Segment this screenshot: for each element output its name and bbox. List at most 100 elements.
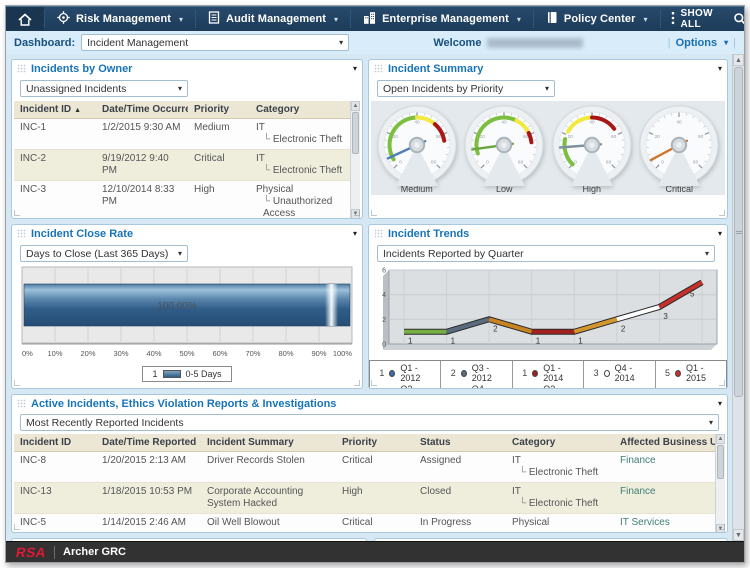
home-button[interactable] xyxy=(6,7,44,31)
svg-text:80: 80 xyxy=(606,159,612,165)
svg-text:1: 1 xyxy=(451,337,456,346)
column-header[interactable]: Priority xyxy=(188,101,250,119)
column-header[interactable]: Incident ID xyxy=(14,434,96,452)
svg-text:40: 40 xyxy=(677,119,683,125)
legend-dot xyxy=(389,370,395,377)
page-scrollbar[interactable]: ▲ ▼ xyxy=(732,54,744,541)
resize-handle[interactable] xyxy=(719,210,725,216)
column-header[interactable]: Category xyxy=(506,434,614,452)
column-header[interactable]: Affected Business Unit xyxy=(614,434,715,452)
show-all-button[interactable]: SHOW ALL xyxy=(661,7,723,31)
resize-handle[interactable] xyxy=(14,380,20,386)
nav-enterprise-management[interactable]: Enterprise Management▾ xyxy=(351,7,533,31)
dashboard-bar: Dashboard: Incident Management ▾ Welcome… xyxy=(6,31,744,54)
svg-text:1: 1 xyxy=(578,337,583,346)
legend-swatch xyxy=(163,370,181,378)
table-row[interactable]: INC-51/14/2015 2:46 AMOil Well BlowoutCr… xyxy=(14,514,715,533)
incident-summary-filter[interactable]: Open Incidents by Priority▾ xyxy=(377,80,555,97)
filter-value: Days to Close (Last 365 Days) xyxy=(26,248,168,260)
target-icon xyxy=(57,11,70,27)
column-header[interactable]: Priority xyxy=(336,434,414,452)
chevron-down-icon: ▾ xyxy=(724,38,728,47)
collapse-icon[interactable]: ▾ xyxy=(353,230,357,238)
scroll-thumb[interactable] xyxy=(734,67,743,397)
column-header[interactable]: Category xyxy=(250,101,350,119)
resize-handle[interactable] xyxy=(371,210,377,216)
nav-audit-management[interactable]: Audit Management▾ xyxy=(196,7,350,31)
collapse-icon[interactable]: ▾ xyxy=(353,65,357,73)
drag-handle-icon[interactable] xyxy=(17,225,26,243)
incidents-by-owner-filter[interactable]: Unassigned Incidents▾ xyxy=(20,80,188,97)
table-row[interactable]: INC-131/18/2015 10:53 PMCorporate Accoun… xyxy=(14,483,715,514)
panel-investigations-by-owner: Investigations by Owner ▾ xyxy=(11,538,367,541)
nav-risk-management[interactable]: Risk Management▾ xyxy=(45,7,195,31)
drag-handle-icon[interactable] xyxy=(17,60,26,78)
options-menu[interactable]: | Options ▾ | xyxy=(668,37,736,49)
column-header[interactable]: Date/Time Reported▼ xyxy=(96,434,201,452)
divider: | xyxy=(733,37,736,49)
panel-active-incidents: Active Incidents, Ethics Violation Repor… xyxy=(11,394,728,533)
svg-text:80: 80 xyxy=(693,159,699,165)
column-header[interactable]: Date/Time Occurred xyxy=(96,101,188,119)
svg-text:20: 20 xyxy=(567,134,573,140)
product-name: Archer GRC xyxy=(63,546,126,558)
search-icon[interactable] xyxy=(723,7,745,31)
panel-incident-trends: Incident Trends ▾ Incidents Reported by … xyxy=(368,224,728,389)
resize-handle[interactable] xyxy=(14,210,20,216)
column-header[interactable]: Incident Summary xyxy=(201,434,336,452)
gauge-medium: 020406080Medium xyxy=(374,104,460,194)
svg-text:2: 2 xyxy=(382,317,386,324)
resize-handle[interactable] xyxy=(371,380,377,386)
chevron-down-icon: ▾ xyxy=(179,15,183,24)
legend-entry: 1Q1 - 2012 xyxy=(378,363,432,383)
column-header[interactable]: Status xyxy=(414,434,506,452)
trends-filter[interactable]: Incidents Reported by Quarter▾ xyxy=(377,245,715,262)
scroll-thumb[interactable] xyxy=(717,445,724,479)
show-all-icon xyxy=(671,11,675,28)
resize-handle[interactable] xyxy=(354,380,360,386)
resize-handle[interactable] xyxy=(719,524,725,530)
scroll-thumb[interactable] xyxy=(352,112,359,154)
column-header[interactable]: Incident ID▲ xyxy=(14,101,96,119)
resize-handle[interactable] xyxy=(719,380,725,386)
collapse-icon[interactable]: ▾ xyxy=(718,230,722,238)
resize-handle[interactable] xyxy=(14,524,20,530)
dashboard-select[interactable]: Incident Management ▾ xyxy=(81,34,349,51)
table-row[interactable]: INC-29/19/2012 9:40 PMCriticalIT└ Electr… xyxy=(14,150,350,181)
svg-text:6: 6 xyxy=(382,268,386,275)
table-scrollbar[interactable]: ▲▼ xyxy=(350,101,360,219)
drag-handle-icon[interactable] xyxy=(380,539,389,541)
dashboard-canvas: Incidents by Owner ▾ Unassigned Incident… xyxy=(6,54,744,541)
table-row[interactable]: INC-81/20/2015 2:13 AMDriver Records Sto… xyxy=(14,452,715,483)
panel-title: Incident Trends xyxy=(388,228,469,240)
svg-text:2: 2 xyxy=(621,324,626,333)
gauge-critical: 020406080Critical xyxy=(636,104,722,194)
close-rate-filter[interactable]: Days to Close (Last 365 Days)▾ xyxy=(20,245,188,262)
scroll-down-icon[interactable]: ▼ xyxy=(733,529,744,541)
svg-text:0: 0 xyxy=(661,159,664,165)
legend-entry: 1Q1 - 2014 xyxy=(521,363,575,383)
active-incidents-filter[interactable]: Most Recently Reported Incidents▾ xyxy=(20,414,719,431)
drag-handle-icon[interactable] xyxy=(17,395,26,413)
dashboard-label: Dashboard: xyxy=(14,37,75,49)
options-label: Options xyxy=(676,37,718,49)
table-scrollbar[interactable]: ▲▼ xyxy=(715,434,725,533)
data-table: Incident ID▲Date/Time OccurredPriorityCa… xyxy=(14,101,350,219)
nav-policy-center[interactable]: Policy Center▾ xyxy=(534,7,660,31)
collapse-icon[interactable]: ▾ xyxy=(718,400,722,408)
resize-handle[interactable] xyxy=(354,210,360,216)
nav-right: ▾ Susan▾ ? xyxy=(723,7,745,31)
drag-handle-icon[interactable] xyxy=(374,225,383,243)
svg-text:60%: 60% xyxy=(212,349,227,358)
svg-text:3: 3 xyxy=(663,312,668,321)
drag-handle-icon[interactable] xyxy=(17,539,26,541)
svg-text:5: 5 xyxy=(690,289,695,298)
drag-handle-icon[interactable] xyxy=(374,60,383,78)
scroll-up-icon[interactable]: ▲ xyxy=(733,54,744,66)
scroll-up-icon[interactable]: ▲ xyxy=(351,101,360,111)
collapse-icon[interactable]: ▾ xyxy=(718,65,722,73)
table-row[interactable]: INC-312/10/2014 8:33 PMHighPhysical└ Una… xyxy=(14,181,350,220)
dashboard-select-value: Incident Management xyxy=(87,37,188,49)
scroll-up-icon[interactable]: ▲ xyxy=(716,434,725,444)
table-row[interactable]: INC-11/2/2015 9:30 AMMediumIT└ Electroni… xyxy=(14,119,350,150)
